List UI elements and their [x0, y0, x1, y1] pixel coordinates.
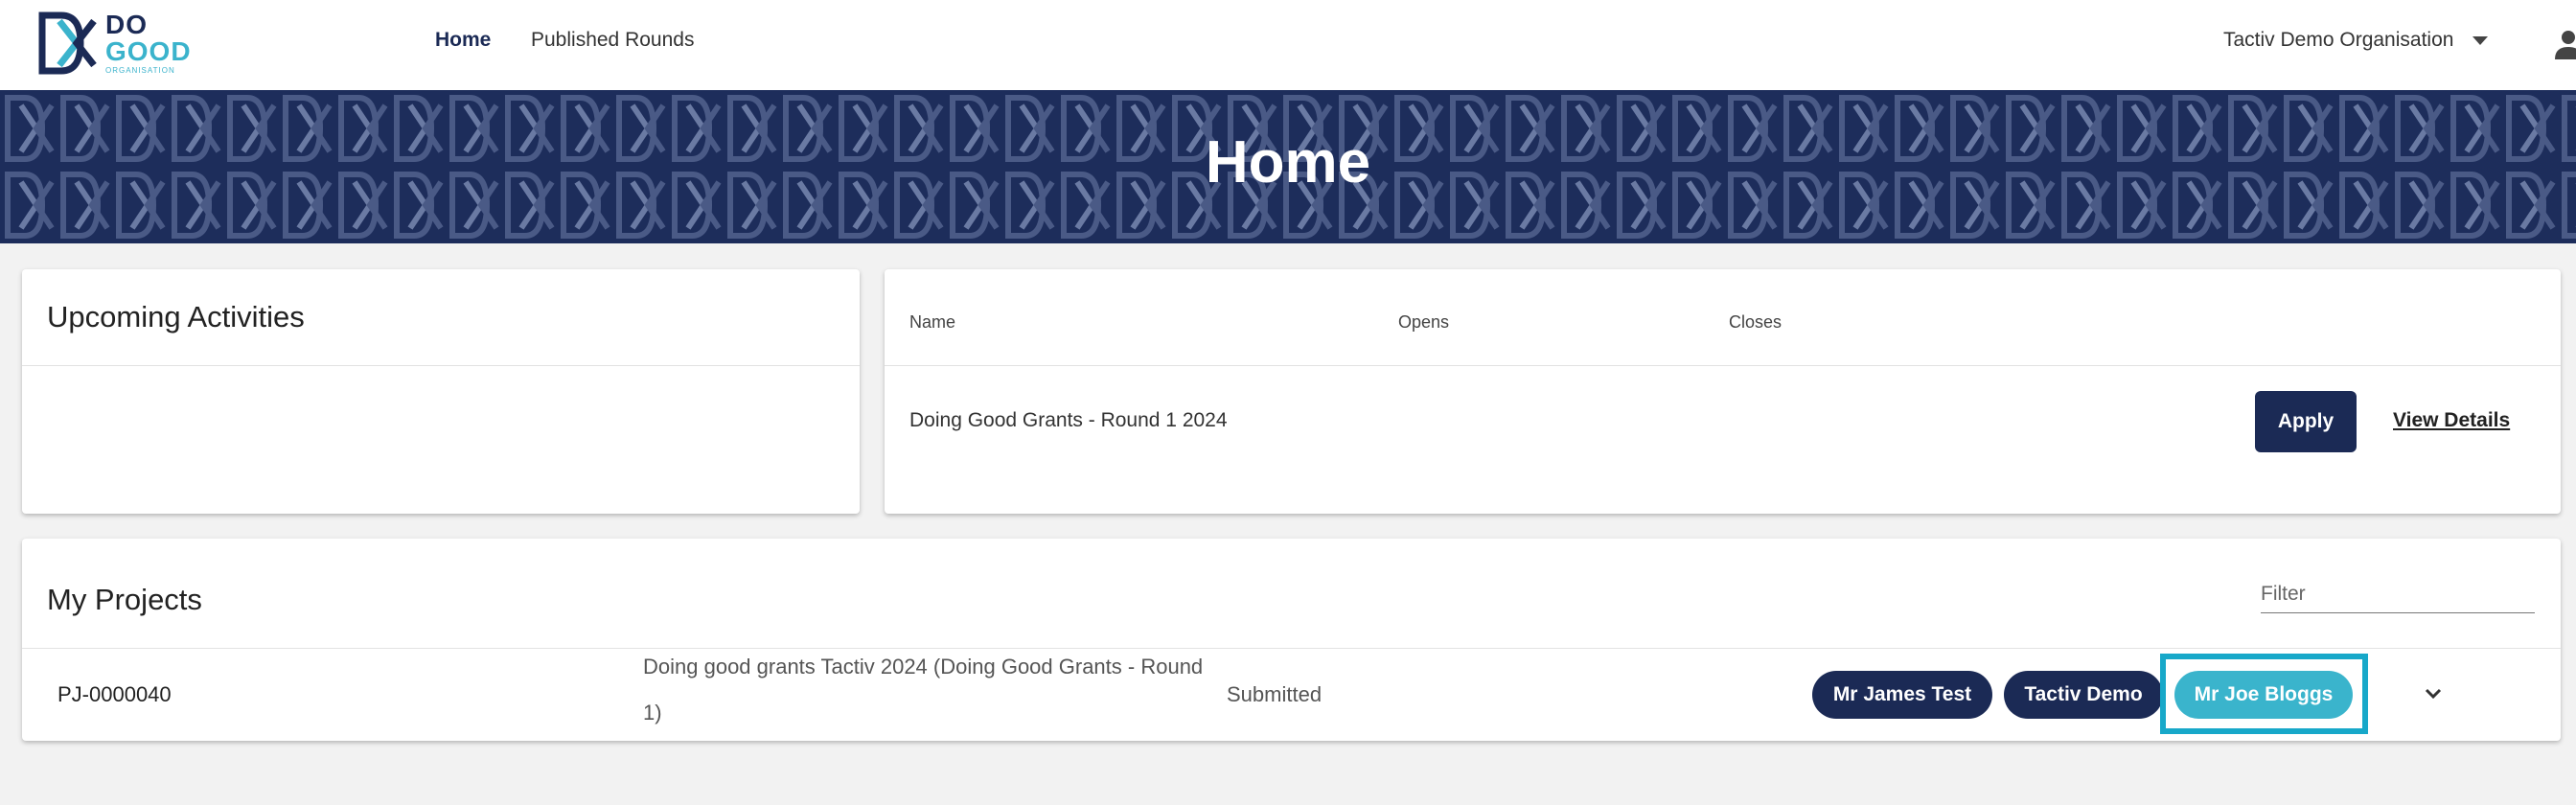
page-title: Home: [1205, 129, 1371, 196]
upcoming-activities-title: Upcoming Activities: [47, 300, 305, 334]
my-projects-card: My Projects Filter PJ-0000040 Doing good…: [22, 539, 2561, 741]
column-header-opens: Opens: [1398, 312, 1450, 332]
user-account-icon[interactable]: [2551, 29, 2576, 59]
table-header-divider: [885, 365, 2561, 366]
person-chip-james-test[interactable]: Mr James Test: [1812, 671, 1992, 719]
card-divider: [22, 648, 2561, 649]
logo-text-organisation: ORGANISATION: [105, 66, 175, 75]
card-divider: [22, 365, 860, 366]
dropdown-caret-icon: [2472, 35, 2489, 45]
person-chip-tactiv-demo[interactable]: Tactiv Demo: [2004, 671, 2163, 719]
top-navigation-bar: DO GOOD ORGANISATION Home Published Roun…: [0, 0, 2576, 90]
logo-text-do: DO: [105, 10, 148, 39]
page-banner: Home: [0, 90, 2576, 243]
project-status: Submitted: [1227, 682, 1322, 706]
view-details-link[interactable]: View Details: [2393, 409, 2510, 432]
organisation-name: Tactiv Demo Organisation: [2223, 29, 2454, 51]
column-header-closes: Closes: [1729, 312, 1782, 332]
highlight-box: [2160, 654, 2368, 734]
chevron-down-icon[interactable]: [2422, 682, 2445, 705]
my-projects-title: My Projects: [47, 583, 202, 616]
funding-rounds-card: Name Opens Closes Doing Good Grants - Ro…: [885, 269, 2561, 514]
column-header-name: Name: [909, 312, 956, 332]
project-name: Doing good grants Tactiv 2024 (Doing Goo…: [643, 655, 1204, 724]
organisation-selector[interactable]: Tactiv Demo Organisation: [2223, 29, 2489, 52]
nav-published-rounds-link[interactable]: Published Rounds: [531, 29, 694, 52]
filter-input[interactable]: Filter: [2261, 579, 2535, 613]
logo-mark-icon: [38, 12, 97, 75]
do-good-logo[interactable]: DO GOOD ORGANISATION: [38, 12, 192, 75]
project-id: PJ-0000040: [58, 682, 172, 706]
upcoming-activities-card: Upcoming Activities: [22, 269, 860, 514]
round-name: Doing Good Grants - Round 1 2024: [909, 409, 1228, 431]
apply-button[interactable]: Apply: [2255, 391, 2357, 452]
logo-text-good: GOOD: [105, 36, 192, 66]
nav-home-link[interactable]: Home: [435, 29, 491, 52]
